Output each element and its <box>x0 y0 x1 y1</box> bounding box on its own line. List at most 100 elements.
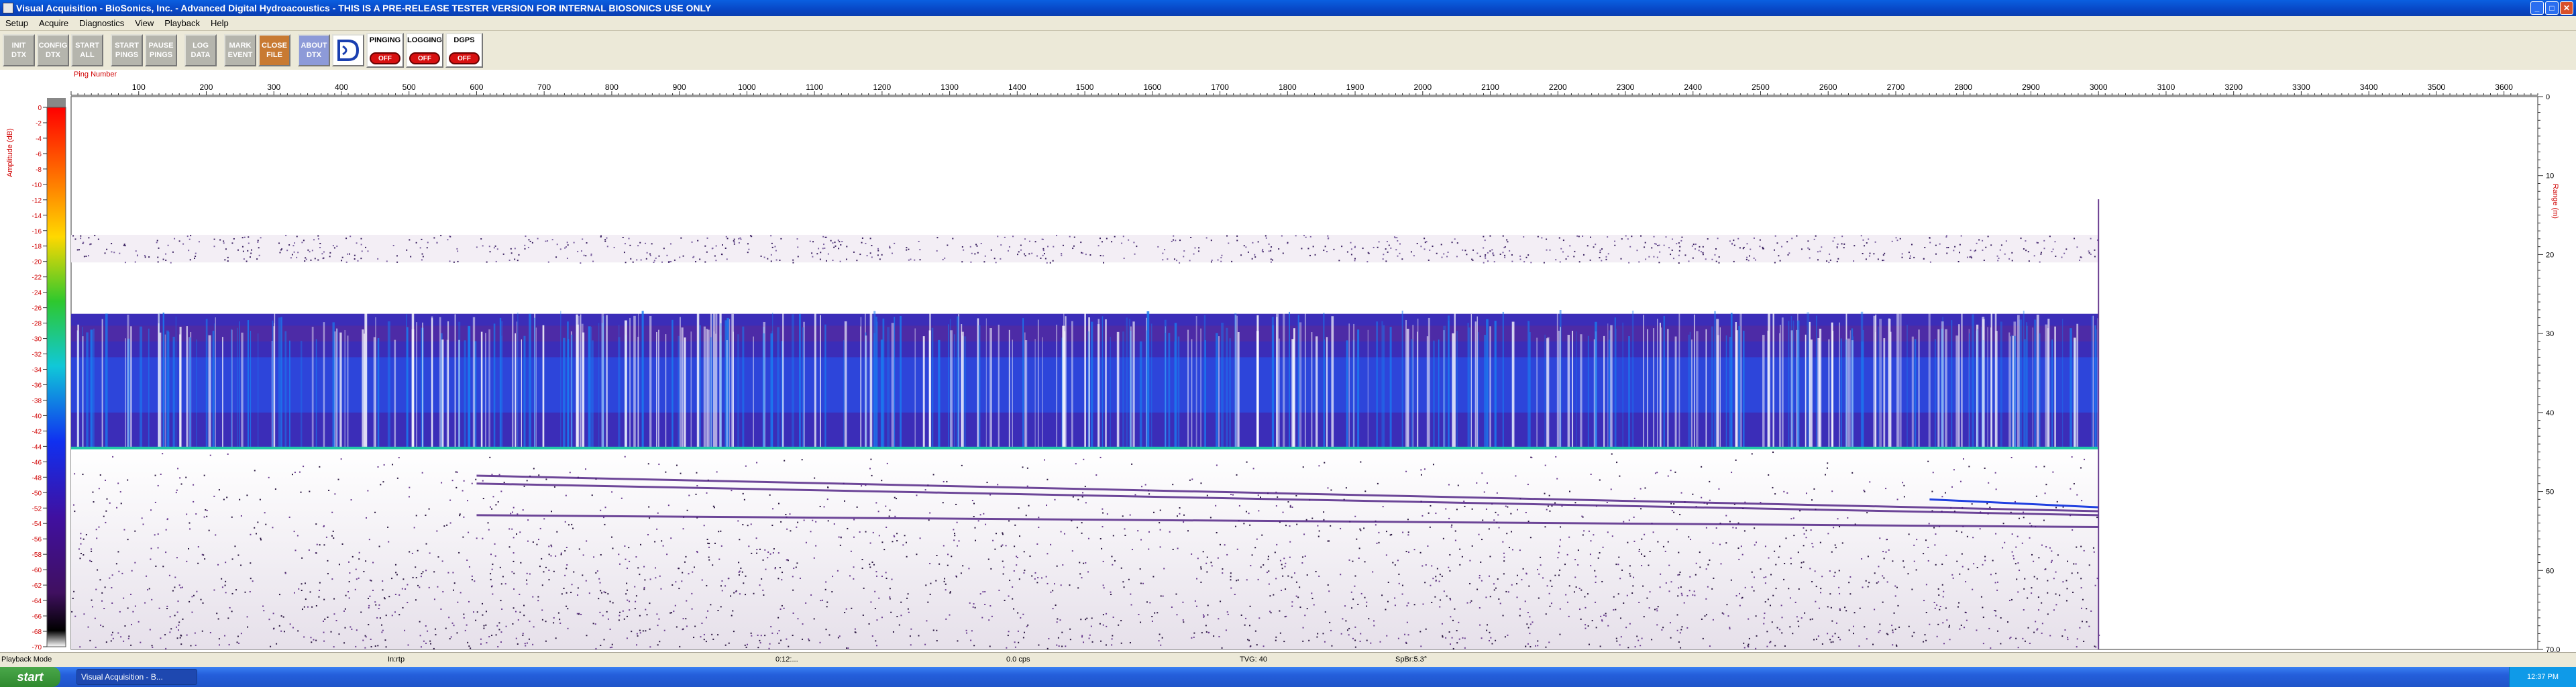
noise-speck <box>301 557 303 559</box>
noise-speck <box>175 626 177 628</box>
noise-speck <box>1488 528 1490 530</box>
plume-streak <box>656 331 657 448</box>
noise-speck <box>2033 255 2035 257</box>
noise-speck <box>892 541 894 543</box>
noise-speck <box>1354 639 1356 641</box>
noise-speck <box>1422 603 1424 605</box>
plume-streak <box>159 332 162 448</box>
noise-speck <box>1487 260 1489 262</box>
close-file-button[interactable]: CLOSE FILE <box>258 34 290 66</box>
maximize-button[interactable]: □ <box>2545 1 2559 15</box>
noise-speck <box>539 527 541 529</box>
start-pings-button[interactable]: START PINGS <box>111 34 143 66</box>
noise-speck <box>309 591 311 593</box>
log-data-button[interactable]: LOG DATA <box>184 34 217 66</box>
noise-speck <box>566 242 568 244</box>
minimize-button[interactable]: _ <box>2530 1 2544 15</box>
noise-speck <box>966 632 968 634</box>
noise-speck <box>1886 539 1888 541</box>
noise-speck <box>1578 261 1580 263</box>
noise-speck <box>1004 236 1006 238</box>
noise-speck <box>307 606 309 608</box>
noise-speck <box>1844 606 1846 609</box>
noise-speck <box>1065 645 1067 647</box>
noise-speck <box>1308 639 1310 641</box>
noise-speck <box>1243 523 1245 525</box>
noise-speck <box>808 639 810 641</box>
noise-speck <box>500 600 502 602</box>
noise-speck <box>95 646 97 648</box>
plume-streak <box>1122 331 1124 448</box>
noise-speck <box>396 261 398 263</box>
noise-speck <box>1591 620 1593 622</box>
noise-speck <box>1451 524 1453 526</box>
menu-acquire[interactable]: Acquire <box>34 18 74 28</box>
start-button[interactable]: start <box>0 667 60 687</box>
noise-speck <box>1488 639 1490 641</box>
start-all-button[interactable]: START ALL <box>71 34 103 66</box>
noise-speck <box>1148 493 1150 495</box>
noise-speck <box>248 236 250 238</box>
noise-speck <box>436 242 438 244</box>
mark-event-button[interactable]: MARK EVENT <box>224 34 256 66</box>
noise-speck <box>1493 254 1495 256</box>
noise-speck <box>1432 578 1434 580</box>
noise-speck <box>1872 643 1874 645</box>
noise-speck <box>392 245 394 247</box>
pause-pings-button[interactable]: PAUSE PINGS <box>145 34 177 66</box>
noise-speck <box>1958 602 1960 604</box>
noise-speck <box>1085 502 1087 504</box>
noise-speck <box>224 259 226 261</box>
noise-speck <box>875 640 877 642</box>
noise-speck <box>1042 238 1044 240</box>
menu-setup[interactable]: Setup <box>0 18 34 28</box>
noise-speck <box>919 537 921 539</box>
noise-speck <box>190 645 192 647</box>
noise-speck <box>1183 514 1185 516</box>
close-button[interactable]: ✕ <box>2560 1 2573 15</box>
noise-speck <box>975 539 977 541</box>
noise-speck <box>1008 595 1010 597</box>
plume-streak <box>1603 335 1605 448</box>
menu-help[interactable]: Help <box>205 18 234 28</box>
about-dtx-button[interactable]: ABOUT DTX <box>298 34 330 66</box>
noise-speck <box>1000 545 1002 547</box>
noise-speck <box>849 575 851 577</box>
noise-speck <box>551 545 553 547</box>
menu-view[interactable]: View <box>129 18 159 28</box>
noise-speck <box>786 638 788 640</box>
menu-diagnostics[interactable]: Diagnostics <box>74 18 129 28</box>
noise-speck <box>2074 237 2076 240</box>
noise-speck <box>370 646 372 648</box>
noise-speck <box>1837 258 1839 260</box>
noise-speck <box>582 574 584 576</box>
noise-speck <box>376 617 378 619</box>
noise-speck <box>1619 644 1621 646</box>
init-dtx-button[interactable]: INIT DTX <box>3 34 35 66</box>
noise-speck <box>1281 564 1283 566</box>
noise-speck <box>309 490 311 492</box>
noise-speck <box>1953 250 1955 252</box>
noise-speck <box>797 521 799 523</box>
noise-speck <box>2047 613 2049 615</box>
noise-speck <box>1295 494 1297 496</box>
menu-playback[interactable]: Playback <box>159 18 205 28</box>
noise-speck <box>319 589 321 591</box>
noise-speck <box>1434 596 1436 598</box>
noise-speck <box>1702 254 1704 256</box>
noise-speck <box>249 256 251 258</box>
noise-speck <box>1128 239 1130 241</box>
noise-speck <box>1046 262 1048 264</box>
noise-speck <box>482 602 484 604</box>
taskbar-item-visual-acquisition[interactable]: Visual Acquisition - B... <box>76 669 197 685</box>
clock: 12:37 PM <box>2526 673 2559 681</box>
noise-speck <box>881 480 883 482</box>
config-dtx-button[interactable]: CONFIG DTX <box>37 34 69 66</box>
noise-speck <box>1207 604 1209 606</box>
noise-speck <box>1056 621 1058 623</box>
noise-speck <box>316 543 318 545</box>
noise-speck <box>1733 260 1735 262</box>
noise-speck <box>1360 461 1362 463</box>
echogram-view[interactable]: Ping Number Amplitude (dB) Range (m) 100… <box>0 70 2576 654</box>
noise-speck <box>711 633 713 635</box>
